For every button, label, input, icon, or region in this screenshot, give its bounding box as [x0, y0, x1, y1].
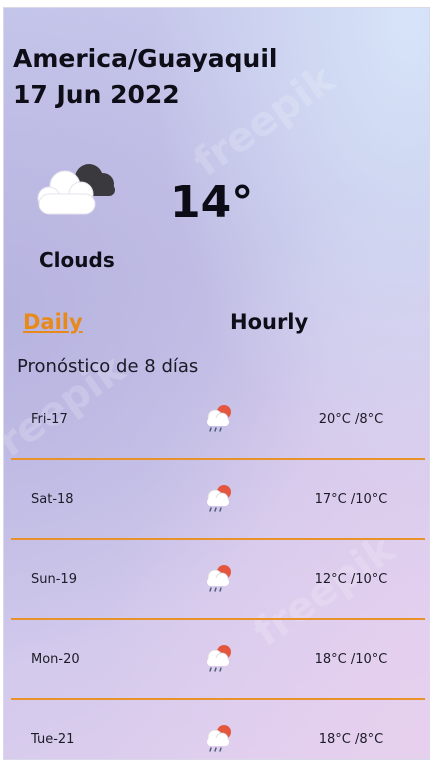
- tab-hourly[interactable]: Hourly: [230, 310, 308, 334]
- forecast-range: 12°C /10°C: [314, 572, 388, 587]
- forecast-day: Tue-21: [31, 732, 75, 747]
- weather-card: freepik freepik freepik America/Guayaqui…: [3, 7, 430, 760]
- background-watermark: freepik: [185, 56, 344, 186]
- rain-cloud-icon: [207, 565, 231, 592]
- forecast-list: Fri-17 20°C /8°C Sat-18 17°C /10°C Sun-1…: [11, 380, 425, 759]
- forecast-row: Mon-20 18°C /10°C: [11, 620, 425, 700]
- rain-cloud-icon: [207, 405, 231, 432]
- forecast-range: 17°C /10°C: [314, 492, 388, 507]
- forecast-range: 18°C /8°C: [318, 732, 384, 747]
- rain-cloud-icon: [207, 725, 231, 752]
- clouds-icon: [37, 164, 115, 215]
- forecast-row: Sat-18 17°C /10°C: [11, 460, 425, 540]
- forecast-day: Mon-20: [31, 652, 80, 667]
- current-condition: Clouds: [39, 248, 115, 272]
- forecast-title: Pronóstico de 8 días: [17, 356, 199, 377]
- forecast-row: Tue-21 18°C /8°C: [11, 700, 425, 759]
- forecast-row: Fri-17 20°C /8°C: [11, 380, 425, 460]
- current-temperature: 14°: [170, 177, 254, 228]
- forecast-day: Fri-17: [31, 412, 68, 427]
- forecast-row: Sun-19 12°C /10°C: [11, 540, 425, 620]
- forecast-range: 20°C /8°C: [318, 412, 384, 427]
- forecast-range: 18°C /10°C: [314, 652, 388, 667]
- tab-daily[interactable]: Daily: [23, 310, 83, 334]
- rain-cloud-icon: [207, 485, 231, 512]
- forecast-day: Sat-18: [31, 492, 74, 507]
- location-title: America/Guayaquil: [13, 44, 278, 73]
- date-title: 17 Jun 2022: [13, 80, 180, 109]
- forecast-day: Sun-19: [31, 572, 77, 587]
- rain-cloud-icon: [207, 645, 231, 672]
